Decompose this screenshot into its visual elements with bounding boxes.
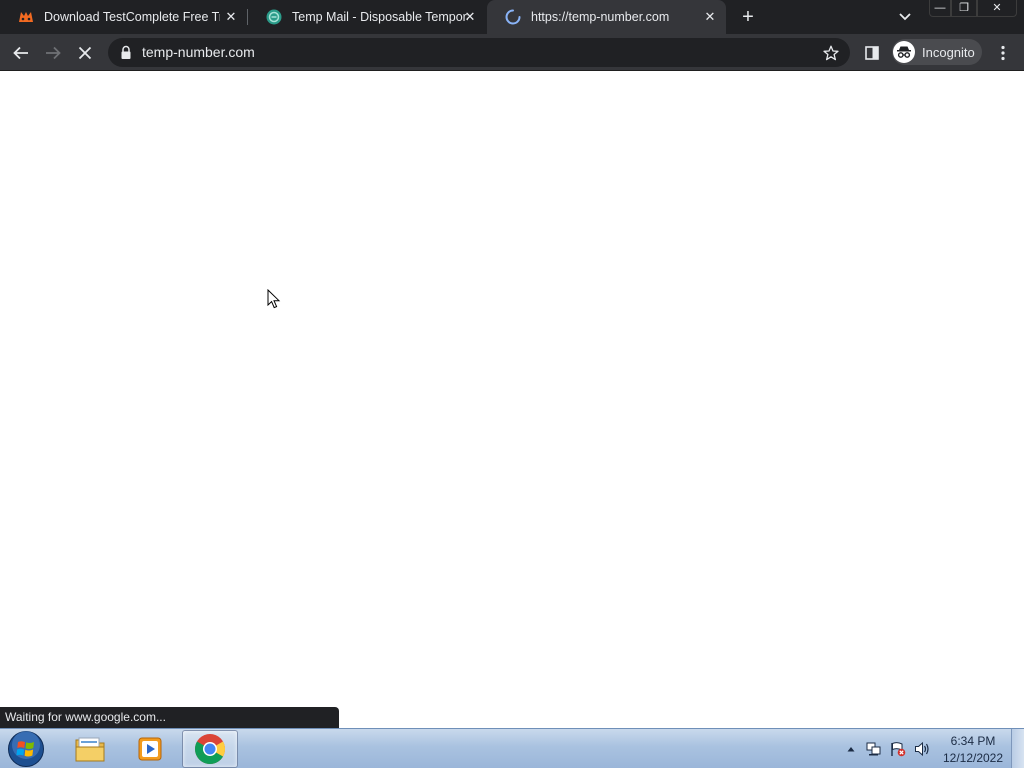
close-tab-icon[interactable]: ✕ bbox=[462, 9, 478, 25]
network-icon[interactable] bbox=[865, 740, 883, 758]
tab-temp-number-active[interactable]: https://temp-number.com ✕ bbox=[487, 0, 726, 34]
minimize-button[interactable]: — bbox=[929, 0, 951, 17]
tab-testcomplete[interactable]: Download TestComplete Free Trial ✕ bbox=[0, 0, 247, 34]
close-tab-icon[interactable]: ✕ bbox=[223, 9, 239, 25]
lock-icon[interactable] bbox=[120, 45, 132, 60]
media-player-icon[interactable] bbox=[122, 730, 178, 768]
page-viewport[interactable] bbox=[0, 71, 1024, 728]
tab-temp-mail[interactable]: Temp Mail - Disposable Temporary Email ✕ bbox=[248, 0, 486, 34]
show-hidden-icons-arrow[interactable] bbox=[842, 740, 860, 758]
windows-start-button[interactable] bbox=[6, 730, 46, 768]
loading-status-bubble: Waiting for www.google.com... bbox=[0, 707, 339, 728]
close-tab-icon[interactable]: ✕ bbox=[702, 9, 718, 25]
incognito-label: Incognito bbox=[922, 44, 975, 60]
tempmail-icon bbox=[266, 9, 282, 25]
tab-strip: Download TestComplete Free Trial ✕ Temp … bbox=[0, 0, 1024, 34]
chrome-icon[interactable] bbox=[182, 730, 238, 768]
back-arrow-icon[interactable] bbox=[8, 40, 34, 66]
address-bar[interactable]: temp-number.com bbox=[108, 38, 850, 67]
clock-time[interactable]: 6:34 PM bbox=[938, 734, 1008, 748]
volume-icon[interactable] bbox=[913, 740, 931, 758]
tab-search-chevron-icon[interactable] bbox=[893, 6, 917, 28]
browser-toolbar: temp-number.com Incognito bbox=[0, 34, 1024, 71]
stop-loading-icon[interactable] bbox=[72, 40, 98, 66]
incognito-icon bbox=[893, 41, 915, 63]
system-tray: 6:34 PM 12/12/2022 bbox=[838, 729, 1024, 768]
tab-title: https://temp-number.com bbox=[531, 10, 670, 24]
windows-taskbar: 6:34 PM 12/12/2022 bbox=[0, 728, 1024, 768]
screen: Download TestComplete Free Trial ✕ Temp … bbox=[0, 0, 1024, 768]
smartbear-icon bbox=[18, 9, 34, 25]
restore-button[interactable]: ❐ bbox=[951, 0, 977, 17]
close-window-button[interactable]: ✕ bbox=[977, 0, 1017, 17]
side-panel-icon[interactable] bbox=[859, 40, 885, 66]
clock-date[interactable]: 12/12/2022 bbox=[938, 751, 1008, 765]
new-tab-button[interactable]: + bbox=[736, 5, 760, 29]
mouse-pointer-icon bbox=[267, 288, 281, 309]
bookmark-star-icon[interactable] bbox=[821, 43, 841, 63]
tab-title: Temp Mail - Disposable Temporary Email bbox=[292, 10, 468, 24]
forward-arrow-icon[interactable] bbox=[40, 40, 66, 66]
loading-spinner-icon bbox=[505, 9, 521, 25]
tab-title: Download TestComplete Free Trial bbox=[44, 10, 220, 24]
action-center-flag-icon[interactable] bbox=[889, 740, 907, 758]
url-text[interactable]: temp-number.com bbox=[142, 44, 255, 60]
kebab-menu-icon[interactable] bbox=[990, 40, 1016, 66]
show-desktop-button[interactable] bbox=[1011, 729, 1024, 768]
incognito-profile-button[interactable]: Incognito bbox=[892, 39, 982, 65]
windows-explorer-icon[interactable] bbox=[62, 730, 118, 768]
